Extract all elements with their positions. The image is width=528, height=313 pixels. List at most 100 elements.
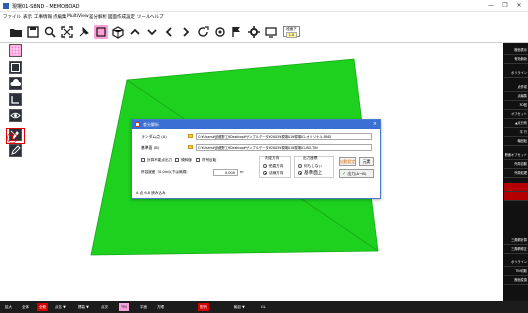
arrow-up-icon[interactable]: [128, 25, 142, 39]
bottom-button[interactable]: 拡大: [3, 303, 14, 311]
eraser-icon[interactable]: [94, 25, 108, 39]
right-panel-item[interactable]: ▲点分系: [504, 119, 528, 128]
folder-icon[interactable]: [188, 145, 193, 149]
base-surface-path[interactable]: C:¥Users¥武蔵野工¥Desktop¥サンプルデータ¥2005¥現場01¥…: [196, 144, 372, 151]
cloud-icon[interactable]: [9, 77, 22, 90]
bottom-button[interactable]: 点名 ▼: [53, 303, 68, 311]
dialog-app-icon: [135, 122, 140, 127]
maximize-button[interactable]: ❐: [500, 2, 510, 10]
cube-icon[interactable]: [111, 25, 125, 39]
radio-vertical[interactable]: [263, 164, 267, 168]
menu-help[interactable]: ヘルプ: [150, 14, 164, 20]
bottom-button[interactable]: 点次: [99, 303, 110, 311]
right-panel-item[interactable]: [504, 192, 528, 201]
bottom-button[interactable]: 方眼: [155, 303, 166, 311]
radio-on-base-surface-label: 基準面上: [304, 171, 323, 176]
target-icon[interactable]: [213, 25, 227, 39]
toolbar: 段面下 1.0: [0, 21, 528, 43]
bottom-button[interactable]: TIN: [119, 303, 129, 311]
radio-normal-label: 法線方向: [269, 171, 284, 175]
right-panel-item[interactable]: 断面オフセット: [504, 151, 528, 160]
judge-direction-group: 判定方向 鉛直方向 法線方向: [259, 156, 291, 178]
flag-icon[interactable]: [230, 25, 244, 39]
bottom-button[interactable]: 配列: [198, 303, 209, 311]
checkbox-slope-label: 傾斜値: [181, 158, 192, 162]
right-panel-item[interactable]: 点編集: [504, 92, 528, 101]
dialog-close-icon[interactable]: ×: [373, 120, 377, 129]
bottom-button[interactable]: 全体: [20, 303, 31, 311]
menu-view[interactable]: 表示: [23, 14, 32, 20]
folder-icon[interactable]: [188, 134, 193, 138]
output-button[interactable]: ✓ 出力(A−B): [339, 169, 374, 178]
save-icon[interactable]: [26, 25, 40, 39]
bottom-button[interactable]: 平面: [138, 303, 149, 311]
radio-normal[interactable]: [263, 171, 267, 175]
auto-set-button[interactable]: 自動設定: [339, 157, 356, 166]
app-window: 現場01-SBND - MEMOBOAD — ❐ ✕ ファイル 表示 工事情報 …: [0, 0, 528, 313]
right-panel-item[interactable]: 外周自動: [504, 160, 528, 169]
right-panel-item[interactable]: 三角網計算: [504, 236, 528, 245]
close-button[interactable]: ✕: [514, 2, 524, 10]
right-panel-item[interactable]: 断面表示: [504, 46, 528, 55]
right-command-panel: 断面表示 有効無効 ポリライン 点作成 点編集 3D回 オフセット ▲点分系平 行軸回転 断面オ…: [503, 43, 528, 301]
checkbox-slope[interactable]: [175, 158, 179, 162]
arrow-right-icon[interactable]: [179, 25, 193, 39]
menu-multiview[interactable]: MultiView: [67, 14, 89, 19]
right-panel-item[interactable]: 外周処理: [504, 169, 528, 178]
random-points-path[interactable]: C:¥Users¥武蔵野工¥Desktop¥サンプルデータ¥2005¥現場01¥…: [196, 133, 372, 140]
eye-icon[interactable]: [9, 109, 22, 122]
execute-button[interactable]: 元実: [359, 157, 374, 166]
arrow-left-icon[interactable]: [162, 25, 176, 39]
pin-icon[interactable]: [77, 25, 91, 39]
highlight-box: [6, 128, 25, 144]
bottom-button[interactable]: 軸目 ▼: [232, 303, 247, 311]
tolerance-input[interactable]: 0.000: [213, 169, 238, 176]
rotate-icon[interactable]: [196, 25, 210, 39]
bottom-button[interactable]: GL: [259, 303, 268, 311]
app-icon: [3, 3, 9, 9]
arrow-down-icon[interactable]: [145, 25, 159, 39]
menu-file[interactable]: ファイル: [3, 14, 21, 20]
mode-value: 1.0: [286, 32, 297, 38]
fit-view-icon[interactable]: [60, 25, 74, 39]
menu-point-edit[interactable]: 点編集: [53, 14, 67, 20]
right-panel-item[interactable]: 断面変換: [504, 276, 528, 285]
grid-select-icon[interactable]: [9, 44, 22, 57]
bottom-button[interactable]: 標高 ▼: [76, 303, 91, 311]
radio-do-nothing[interactable]: [298, 164, 302, 168]
menu-project[interactable]: 工事情報: [34, 14, 52, 20]
right-panel-item[interactable]: 有効無効: [504, 55, 528, 64]
right-panel-item[interactable]: 平 行: [504, 128, 528, 137]
checkbox-invert-sign-label: 符号反転: [202, 158, 217, 162]
right-panel-item[interactable]: ポリライン: [504, 69, 528, 78]
cross-section-mode-box[interactable]: 段面下 1.0: [283, 26, 300, 38]
menu-settings[interactable]: 設定: [126, 14, 135, 20]
bottom-command-bar: 拡大 全体 全範 点名 ▼ 標高 ▼ 点次 TIN 平面 方眼 配列 軸目 ▼ GL: [0, 301, 528, 313]
monitor-icon[interactable]: [264, 25, 278, 39]
right-panel-item[interactable]: ポリライン: [504, 258, 528, 267]
checkbox-uncomputable[interactable]: [141, 158, 145, 162]
base-surface-label: 基準面 (B): [141, 145, 160, 150]
right-panel-item[interactable]: TIN切取: [504, 267, 528, 276]
settings-icon[interactable]: [247, 25, 261, 39]
menu-drawing[interactable]: 図面作成: [108, 14, 126, 20]
minimize-button[interactable]: —: [486, 2, 496, 10]
right-panel-item[interactable]: オフセット: [504, 110, 528, 119]
profile-icon[interactable]: [9, 93, 22, 106]
radio-vertical-label: 鉛直方向: [269, 164, 284, 168]
check-icon: ✓: [342, 171, 347, 177]
zoom-icon[interactable]: [43, 25, 57, 39]
radio-on-base-surface[interactable]: [298, 171, 302, 175]
menu-diff-analysis[interactable]: 差分解析: [89, 14, 107, 20]
open-folder-icon[interactable]: [9, 25, 23, 39]
checkbox-invert-sign[interactable]: [196, 158, 200, 162]
bottom-button[interactable]: 全範: [37, 303, 48, 311]
right-panel-item[interactable]: 点作成: [504, 83, 528, 92]
frame-icon[interactable]: [9, 61, 22, 74]
right-panel-item[interactable]: [504, 183, 528, 192]
right-panel-item[interactable]: 三角網修正: [504, 245, 528, 254]
tolerance-label: 許容誤差（0.0m以下は無視）: [141, 170, 190, 174]
right-panel-item[interactable]: 3D回: [504, 101, 528, 110]
right-panel-item[interactable]: 軸回転: [504, 137, 528, 146]
menu-tools[interactable]: ツール: [137, 14, 151, 20]
